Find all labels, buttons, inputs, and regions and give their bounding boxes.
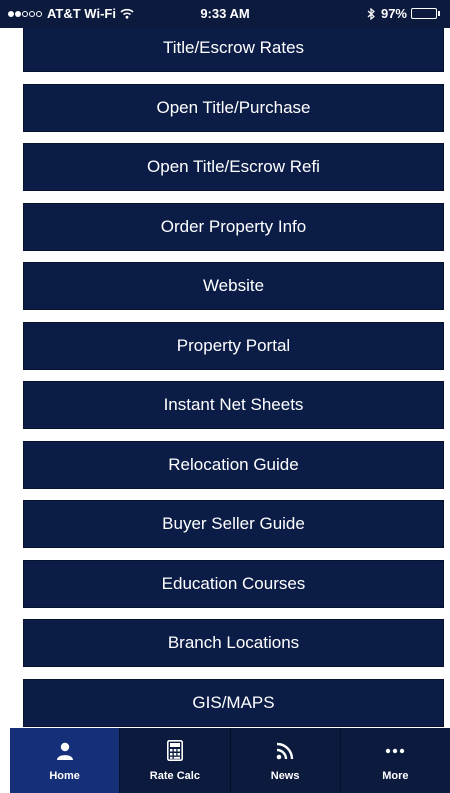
tab-label: More bbox=[382, 769, 409, 782]
tab-label: News bbox=[270, 769, 300, 782]
battery-percent: 97% bbox=[380, 6, 407, 21]
menu-button-gis-maps[interactable]: GIS/MAPS bbox=[23, 678, 444, 727]
tab-label: Rate Calc bbox=[149, 769, 200, 782]
menu-button-label: Open Title/Escrow Refi bbox=[147, 157, 320, 176]
menu-button-label: Title/Escrow Rates bbox=[162, 38, 305, 57]
tab-rate-calc[interactable]: Rate Calc bbox=[119, 728, 229, 793]
menu-button-label: Branch Locations bbox=[167, 633, 300, 652]
menu-button-branch-locations[interactable]: Branch Locations bbox=[23, 619, 444, 667]
menu-button-label: Property Portal bbox=[176, 335, 291, 355]
menu-button-label: Relocation Guide bbox=[168, 454, 299, 474]
menu-button-instant-net-sheets[interactable]: Instant Net Sheets bbox=[23, 381, 444, 429]
person-icon bbox=[55, 740, 75, 762]
status-bar: AT&T Wi-Fi 9:33 AM 97% bbox=[0, 0, 450, 28]
tab-more[interactable]: More bbox=[339, 728, 450, 793]
menu-button-buyer-seller-guide[interactable]: Buyer Seller Guide bbox=[23, 500, 444, 548]
menu-button-relocation-guide[interactable]: Relocation Guide bbox=[23, 440, 444, 489]
menu-button-label: Order Property Info bbox=[160, 216, 307, 236]
calculator-icon bbox=[166, 740, 183, 762]
more-dots-icon bbox=[385, 740, 405, 762]
menu-button-order-property-info[interactable]: Order Property Info bbox=[23, 202, 444, 251]
menu-button-education-courses[interactable]: Education Courses bbox=[23, 559, 444, 608]
status-right: 97% bbox=[367, 6, 440, 21]
tab-label: Home bbox=[49, 769, 80, 782]
menu-button-website[interactable]: Website bbox=[23, 262, 444, 310]
bluetooth-icon bbox=[367, 7, 375, 20]
menu-button-label: Education Courses bbox=[161, 573, 306, 593]
menu-button-label: Buyer Seller Guide bbox=[162, 514, 305, 533]
rss-icon bbox=[276, 740, 294, 762]
menu-button-property-portal[interactable]: Property Portal bbox=[23, 321, 444, 370]
menu-list: Title/Escrow Rates Open Title/Purchase Ope… bbox=[23, 28, 444, 728]
battery-icon bbox=[411, 8, 440, 19]
tab-news[interactable]: News bbox=[229, 728, 340, 793]
tab-home[interactable]: Home bbox=[10, 728, 120, 793]
menu-button-title-escrow-rates[interactable]: Title/Escrow Rates bbox=[23, 28, 444, 72]
menu-button-label: Website bbox=[202, 276, 265, 295]
tab-bar: Home Rate Calc News More bbox=[10, 728, 450, 793]
menu-button-label: Instant Net Sheets bbox=[163, 395, 304, 414]
menu-button-open-title-purchase[interactable]: Open Title/Purchase bbox=[23, 83, 444, 132]
menu-button-open-title-escrow-refi[interactable]: Open Title/Escrow Refi bbox=[23, 143, 444, 191]
menu-button-label: Open Title/Purchase bbox=[156, 97, 311, 117]
menu-button-label: GIS/MAPS bbox=[192, 692, 275, 712]
